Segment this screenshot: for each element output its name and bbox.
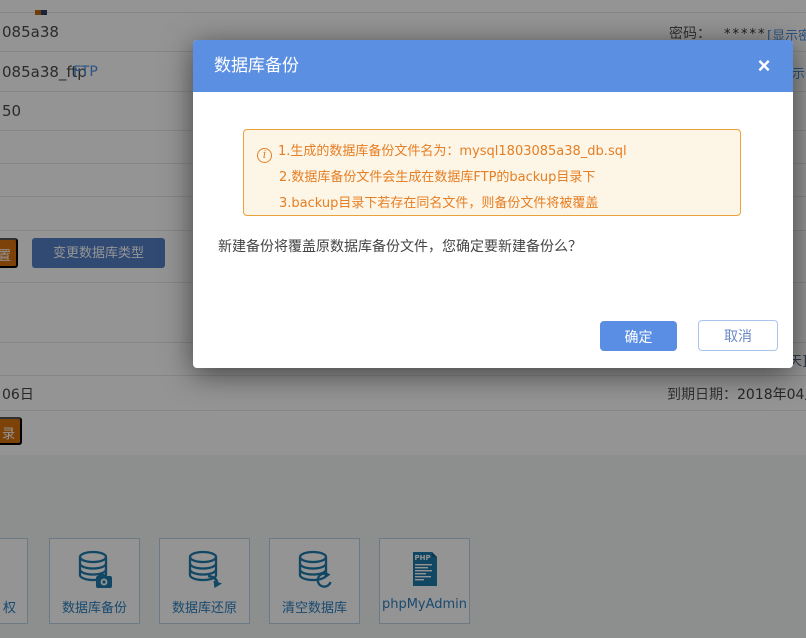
confirm-button[interactable]: 确定 [600,321,677,351]
screen: 085a38 密码： ***** [显示密 085a38_ftp FTP 示密 … [0,0,806,638]
info-icon [257,148,272,163]
cancel-button[interactable]: 取消 [698,320,778,351]
backup-notice-box: 1.生成的数据库备份文件名为：mysql1803085a38_db.sql 2.… [243,129,741,216]
close-icon[interactable]: × [751,51,777,81]
notice-line-1: 1.生成的数据库备份文件名为：mysql1803085a38_db.sql [257,139,730,165]
notice-line-2: 2.数据库备份文件会生成在数据库FTP的backup目录下 [257,165,730,191]
notice-line-3: 3.backup目录下若存在同名文件，则备份文件将被覆盖 [257,191,730,217]
dialog-header: 数据库备份 × [193,40,793,92]
database-backup-dialog: 数据库备份 × 1.生成的数据库备份文件名为：mysql1803085a38_d… [193,40,793,368]
dialog-title: 数据库备份 [214,40,299,92]
notice-line-1-text: 1.生成的数据库备份文件名为：mysql1803085a38_db.sql [278,144,627,159]
confirm-message: 新建备份将覆盖原数据库备份文件，您确定要新建备份么？ [218,236,582,256]
